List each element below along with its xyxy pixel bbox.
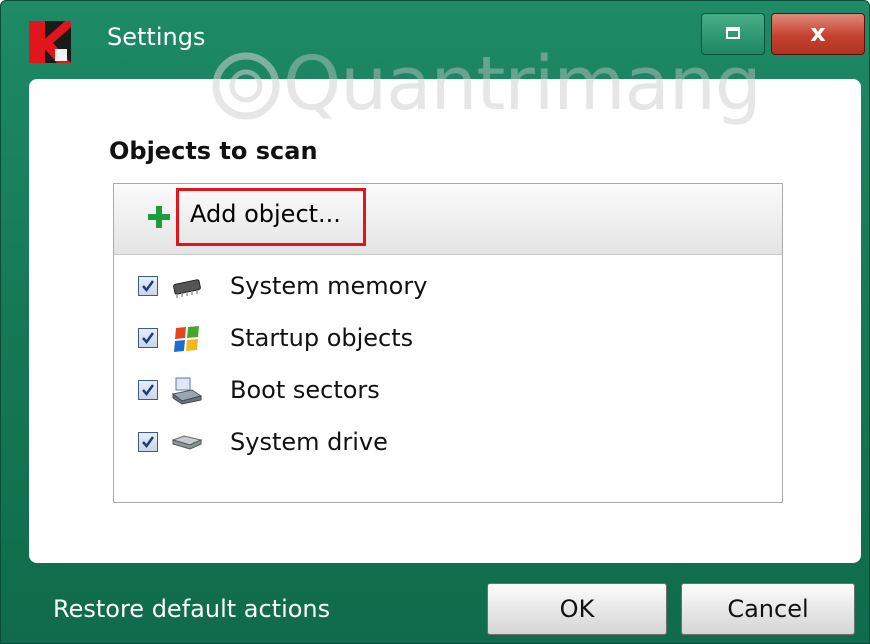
ok-button[interactable]: OK bbox=[487, 583, 667, 635]
list-item[interactable]: System memory bbox=[138, 272, 758, 306]
kaspersky-logo-icon bbox=[29, 21, 71, 63]
item-label: Boot sectors bbox=[230, 376, 380, 404]
check-icon bbox=[142, 384, 155, 397]
section-title: Objects to scan bbox=[109, 137, 318, 165]
close-button[interactable]: x bbox=[771, 13, 865, 55]
settings-panel: Objects to scan Add object... System mem… bbox=[29, 79, 861, 563]
item-label: System drive bbox=[230, 428, 388, 456]
list-item[interactable]: System drive bbox=[138, 428, 758, 462]
restore-defaults-link[interactable]: Restore default actions bbox=[53, 595, 330, 623]
checkbox[interactable] bbox=[138, 432, 158, 452]
windows-logo-icon bbox=[174, 326, 199, 352]
check-icon bbox=[142, 332, 155, 345]
checkbox[interactable] bbox=[138, 380, 158, 400]
list-header: Add object... bbox=[114, 184, 782, 255]
boot-sector-icon bbox=[171, 377, 203, 405]
check-icon bbox=[142, 280, 155, 293]
list-item[interactable]: Startup objects bbox=[138, 324, 758, 358]
item-label: Startup objects bbox=[230, 324, 414, 352]
add-object-label[interactable]: Add object... bbox=[190, 200, 341, 228]
objects-list: Add object... System memory Startup obje… bbox=[113, 183, 783, 503]
settings-window: Settings x Objects to scan Add object...… bbox=[0, 0, 870, 644]
memory-chip-icon bbox=[173, 279, 201, 298]
checkbox[interactable] bbox=[138, 328, 158, 348]
list-item[interactable]: Boot sectors bbox=[138, 376, 758, 410]
add-icon[interactable] bbox=[148, 206, 170, 228]
watermark-text: Quantrimang bbox=[283, 41, 762, 127]
window-title: Settings bbox=[107, 23, 206, 51]
checkbox[interactable] bbox=[138, 276, 158, 296]
item-label: System memory bbox=[230, 272, 428, 300]
hard-drive-icon bbox=[171, 435, 203, 450]
maximize-icon bbox=[726, 27, 740, 39]
cancel-button[interactable]: Cancel bbox=[681, 583, 855, 635]
check-icon bbox=[142, 436, 155, 449]
